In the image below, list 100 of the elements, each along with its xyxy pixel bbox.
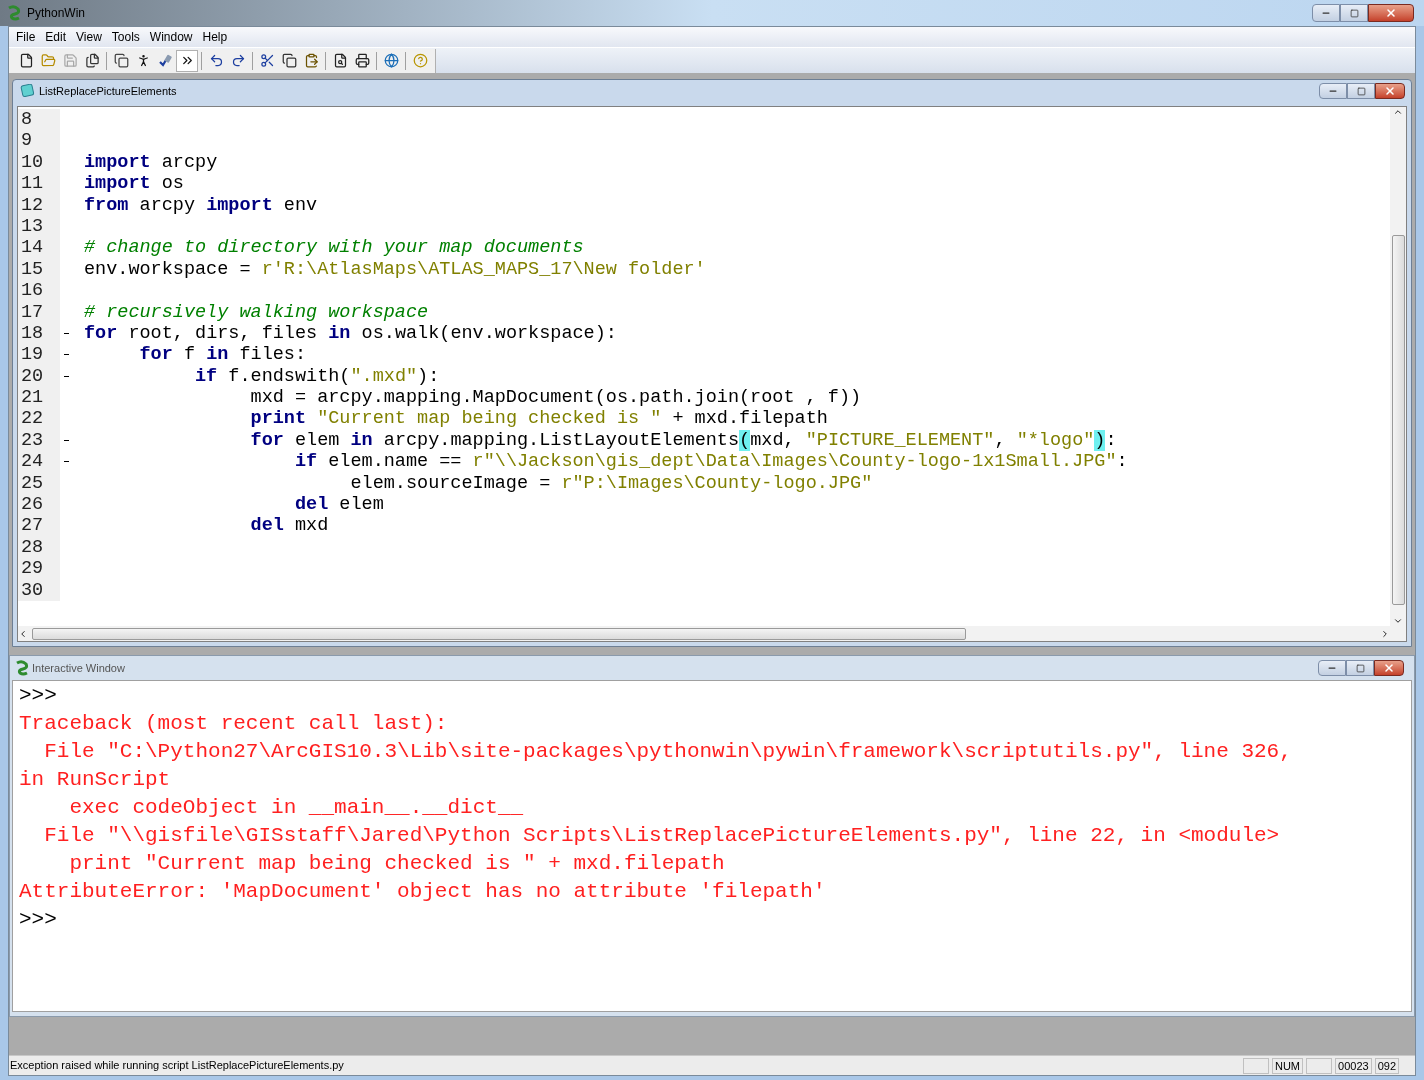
- fold-marker[interactable]: [64, 461, 69, 463]
- code-line: for elem in arcpy.mapping.ListLayoutElements(mxd, "PICTURE_ELEMENT", "*logo"):: [249, 429, 1117, 452]
- line-number: 30: [18, 579, 60, 601]
- error-line: exec codeObject in __main__.__dict__: [68, 795, 524, 821]
- scroll-down-icon: [1393, 616, 1403, 626]
- fold-marker[interactable]: [64, 440, 69, 442]
- window-title: PythonWin: [27, 5, 86, 22]
- line-number: 12: [18, 194, 60, 216]
- line-number: 19: [18, 344, 60, 366]
- maximize-icon: [1355, 663, 1365, 673]
- scroll-up-icon: [1393, 107, 1403, 117]
- status-pane: 00023: [1335, 1057, 1372, 1074]
- line-number: 23: [18, 429, 60, 452]
- close-button[interactable]: [1375, 83, 1405, 99]
- prompt-line: >>>: [19, 907, 57, 933]
- error-line: AttributeError: 'MapDocument' object has no attribute 'filepath': [19, 879, 826, 905]
- scroll-left-icon: [18, 628, 28, 639]
- code-line: elem.sourceImage = r"P:\Images\County-logo.JPG": [349, 472, 873, 495]
- code-line: del elem: [293, 494, 384, 516]
- fold-marker[interactable]: [64, 354, 69, 356]
- snake-icon: [6, 5, 22, 21]
- print-preview-icon: [332, 53, 348, 68]
- maximize-icon: [1349, 8, 1359, 18]
- line-number: 13: [18, 215, 60, 238]
- line-number: 22: [18, 408, 60, 430]
- error-line: Traceback (most recent call last):: [19, 711, 448, 737]
- code-line: if elem.name == r"\\Jackson\gis_dept\Data\Images\County-logo-1x1Small.JPG":: [293, 451, 1128, 473]
- close-icon: [1384, 85, 1396, 97]
- menu-item[interactable]: View: [71, 28, 107, 46]
- menu-item[interactable]: Window: [144, 28, 198, 46]
- menu-item[interactable]: Help: [197, 28, 233, 46]
- line-number: 24: [18, 451, 60, 473]
- scissors-icon: [259, 53, 275, 68]
- close-icon: [1383, 662, 1395, 674]
- menu-item[interactable]: File: [11, 28, 41, 46]
- line-number: 21: [18, 387, 60, 409]
- line-number: 26: [18, 494, 60, 516]
- fold-marker[interactable]: [64, 333, 69, 335]
- code-line: mxd = arcpy.mapping.MapDocument(os.path.join(root , f)): [249, 387, 862, 409]
- line-number: 11: [18, 173, 60, 195]
- undo-icon: [208, 53, 224, 68]
- save-icon: [62, 53, 78, 68]
- line-number: 9: [18, 130, 60, 152]
- maximize-button[interactable]: [1340, 4, 1368, 22]
- save-all-icon: [84, 53, 100, 68]
- chevrons-button[interactable]: [176, 49, 198, 72]
- code-line: print "Current map being checked is " + mxd.filepath: [249, 408, 828, 430]
- validate-icon: [157, 53, 173, 68]
- folder-icon: [40, 53, 56, 68]
- code-line: import arcpy: [84, 151, 218, 174]
- menu-item[interactable]: Edit: [40, 28, 72, 46]
- scroll-right-icon: [1380, 628, 1390, 639]
- code-line: for root, dirs, files in os.walk(env.workspace):: [84, 322, 617, 345]
- error-line: File "C:\Python27\ArcGIS10.3\Lib\site-packages\pythonwin\pywin\framework\scriptutils.py", line 326,: [43, 739, 1292, 765]
- line-number: 10: [18, 151, 60, 174]
- scroll-thumb[interactable]: [1391, 235, 1405, 605]
- scroll-thumb[interactable]: [32, 627, 966, 640]
- document-title: ListReplacePictureElements: [39, 83, 177, 99]
- code-line: env.workspace = r'R:\AtlasMaps\ATLAS_MAPS_17\New folder': [84, 258, 706, 281]
- prompt-line: >>>: [19, 683, 57, 709]
- printer-icon: [354, 53, 370, 68]
- error-line: File "\\gisfile\GISstaff\Jared\Python Scripts\ListReplacePictureElements.py", line 22, in <module>: [43, 823, 1280, 849]
- status-message: Exception raised while running script ListReplacePictureElements.py: [10, 1058, 344, 1074]
- horizontal-scrollbar[interactable]: [18, 626, 1406, 641]
- vertical-scrollbar[interactable]: [1390, 107, 1406, 626]
- help-icon: [412, 53, 428, 68]
- minimize-button[interactable]: [1318, 660, 1346, 676]
- line-number: 25: [18, 472, 60, 495]
- interactive-title: Interactive Window: [32, 660, 125, 676]
- code-line: if f.endswith(".mxd"):: [194, 365, 440, 388]
- line-number: 20: [18, 365, 60, 388]
- code-line: del mxd: [249, 515, 329, 537]
- snake-icon: [14, 660, 30, 676]
- error-line: in RunScript: [19, 767, 171, 793]
- line-number: 14: [18, 237, 60, 259]
- close-icon: [1385, 7, 1397, 19]
- line-number: 17: [18, 301, 60, 323]
- status-pane: 092: [1374, 1057, 1399, 1074]
- line-number: 18: [18, 322, 60, 345]
- error-line: print "Current map being checked is " + mxd.filepath: [68, 851, 725, 877]
- document-icon: [19, 84, 35, 98]
- line-number: 28: [18, 536, 60, 559]
- redo-icon: [230, 53, 246, 68]
- line-number: 16: [18, 280, 60, 302]
- menu-item[interactable]: Tools: [106, 28, 145, 46]
- status-pane: NUM: [1272, 1057, 1304, 1074]
- close-button[interactable]: [1368, 4, 1414, 22]
- minimize-button[interactable]: [1319, 83, 1347, 99]
- line-number: 8: [18, 109, 60, 131]
- line-number: 15: [18, 258, 60, 281]
- maximize-icon: [1356, 86, 1366, 96]
- code-line: # change to directory with your map documents: [84, 237, 584, 259]
- close-button[interactable]: [1374, 660, 1404, 676]
- fold-marker[interactable]: [64, 375, 69, 377]
- code-line: from arcpy import env: [84, 194, 318, 216]
- new-file-icon: [18, 53, 34, 68]
- minimize-button[interactable]: [1312, 4, 1340, 22]
- code-line: import os: [84, 173, 184, 195]
- code-line: # recursively walking workspace: [84, 301, 429, 323]
- globe-icon: [383, 53, 399, 68]
